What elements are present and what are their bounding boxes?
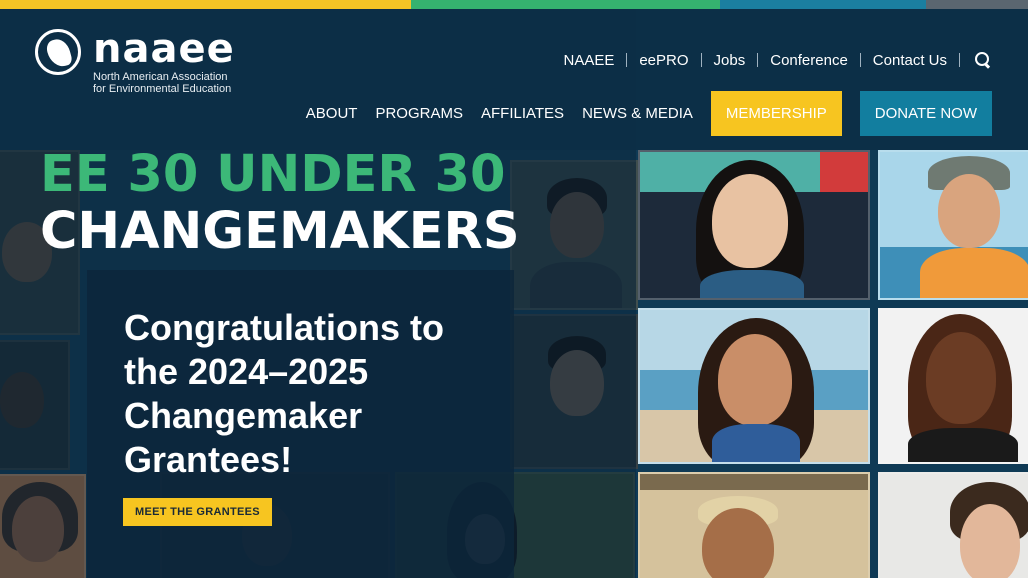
membership-button[interactable]: MEMBERSHIP xyxy=(710,91,842,136)
hero-photo-tile xyxy=(878,472,1028,578)
stripe-segment xyxy=(411,0,720,9)
site-header: naaee North American Association for Env… xyxy=(0,9,1028,150)
utility-link-jobs[interactable]: Jobs xyxy=(702,52,758,69)
nav-item-news-media[interactable]: NEWS & MEDIA xyxy=(582,105,693,122)
logo-subtitle-line2: for Environmental Education xyxy=(93,83,232,95)
hero-photo-tile xyxy=(638,150,870,300)
nav-item-affiliates[interactable]: AFFILIATES xyxy=(481,105,564,122)
globe-north-america-icon xyxy=(35,29,81,75)
utility-link-contact-us[interactable]: Contact Us xyxy=(861,52,959,69)
hero-title-line2: CHANGEMAKERS xyxy=(40,202,520,261)
utility-link-conference[interactable]: Conference xyxy=(758,52,860,69)
hero-photo-tile xyxy=(878,150,1028,300)
nav-item-programs[interactable]: PROGRAMS xyxy=(375,105,463,122)
meet-the-grantees-button[interactable]: MEET THE GRANTEES xyxy=(123,498,272,526)
site-logo[interactable]: naaee North American Association for Env… xyxy=(35,29,235,95)
hero-callout: Congratulations to the 2024–2025 Changem… xyxy=(87,270,514,578)
hero-photo-tile xyxy=(638,308,870,464)
logo-wordmark: naaee xyxy=(93,26,235,72)
nav-item-about[interactable]: ABOUT xyxy=(306,105,358,122)
stripe-segment xyxy=(0,0,411,9)
utility-nav: NAAEE eePRO Jobs Conference Contact Us xyxy=(551,51,992,69)
utility-link-eepro[interactable]: eePRO xyxy=(627,52,700,69)
hero-photo-tile xyxy=(638,472,870,578)
top-color-stripe xyxy=(0,0,1028,9)
hero-photo-tile xyxy=(878,308,1028,464)
search-icon[interactable] xyxy=(974,51,992,69)
main-nav: ABOUT PROGRAMS AFFILIATES NEWS & MEDIA M… xyxy=(288,91,992,136)
hero-title-line1: EE 30 UNDER 30 xyxy=(40,145,506,204)
stripe-segment xyxy=(926,0,1028,9)
stripe-segment xyxy=(720,0,926,9)
logo-subtitle-line1: North American Association xyxy=(93,71,228,83)
hero-title: EE 30 UNDER 30 CHANGEMAKERS xyxy=(40,146,520,262)
donate-now-button[interactable]: DONATE NOW xyxy=(859,91,992,136)
callout-heading: Congratulations to the 2024–2025 Changem… xyxy=(124,307,444,480)
nav-divider xyxy=(959,53,960,67)
utility-link-naaee[interactable]: NAAEE xyxy=(551,52,626,69)
